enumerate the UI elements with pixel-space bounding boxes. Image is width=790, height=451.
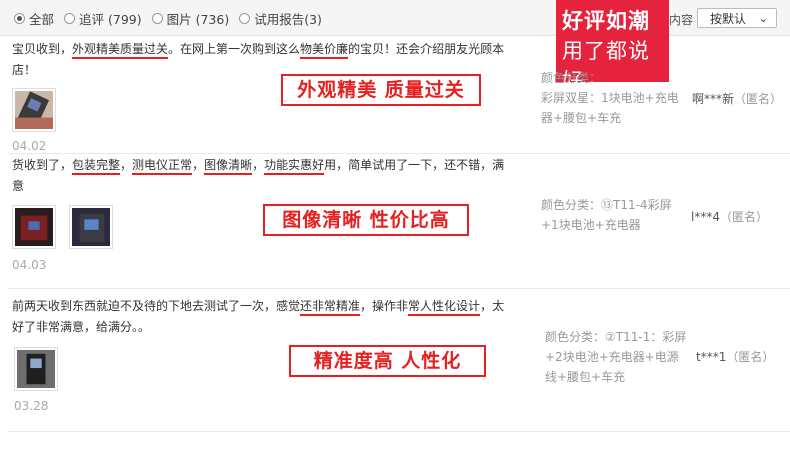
review-divider — [8, 288, 790, 289]
reviewer-username: t***1 — [696, 350, 727, 364]
photo-image — [15, 91, 53, 129]
review-item: 货收到了，包装完整，测电仪正常，图像清晰，功能实惠好用，简单试用了一下，还不错，… — [0, 155, 790, 285]
highlight-stamp: 精准度高 人性化 — [289, 345, 486, 377]
product-variant-value: 彩屏双星：1块电池+充电器+腰包+车充 — [541, 91, 679, 125]
product-variant: 颜色分类： 彩屏双星：1块电池+充电器+腰包+车充 — [541, 68, 686, 128]
product-variant-label: 颜色分类： — [541, 71, 602, 85]
filter-all-label: 全部 — [29, 12, 55, 27]
reviewer-username: 啊***新 — [692, 92, 735, 106]
review-photo-thumbnail[interactable] — [12, 88, 56, 132]
filter-trial-report[interactable]: 试用报告(3) — [239, 9, 322, 28]
review-filter-bar: 全部 追评 (799) 图片 (736) 试用报告(3) 内容 按默认 ⌄ — [0, 0, 790, 36]
reviewer-name: l***4（匿名） — [691, 208, 768, 225]
sort-dropdown[interactable]: 按默认 ⌄ — [697, 8, 777, 28]
content-filter-label[interactable]: 内容 — [669, 11, 693, 28]
product-variant: 颜色分类：⑬T11-4彩屏+1块电池+充电器 — [541, 198, 672, 232]
review-date: 04.03 — [12, 258, 47, 272]
reviewer-name: t***1（匿名） — [696, 348, 774, 365]
filter-radio-group: 全部 追评 (799) 图片 (736) 试用报告(3) — [14, 9, 322, 28]
review-text: 前两天收到东西就迫不及待的下地去测试了一次，感觉还非常精准，操作非常人性化设计，… — [12, 299, 505, 334]
filter-all[interactable]: 全部 — [14, 9, 54, 28]
anonymous-tag: （匿名） — [726, 350, 775, 364]
filter-follow-up[interactable]: 追评 (799) — [64, 9, 142, 28]
anonymous-tag: （匿名） — [734, 92, 783, 106]
reviewer-name: 啊***新（匿名） — [692, 90, 782, 107]
review-date: 03.28 — [14, 399, 49, 413]
sort-dropdown-value: 按默认 — [710, 11, 747, 26]
filter-pictures[interactable]: 图片 (736) — [151, 9, 230, 28]
photo-image — [17, 350, 55, 388]
radio-icon[interactable] — [151, 13, 163, 24]
review-photo-thumbnail[interactable] — [69, 205, 113, 249]
filter-pictures-label: 图片 (736) — [166, 12, 230, 27]
reviewer-username: l***4 — [691, 210, 720, 224]
photo-image — [15, 208, 53, 246]
filter-trial-report-label: 试用报告(3) — [254, 12, 322, 27]
anonymous-tag: （匿名） — [719, 210, 768, 224]
radio-selected-icon[interactable] — [14, 13, 25, 24]
review-text: 货收到了，包装完整，测电仪正常，图像清晰，功能实惠好用，简单试用了一下，还不错，… — [12, 158, 505, 193]
review-date: 04.02 — [12, 139, 47, 153]
filter-follow-up-label: 追评 (799) — [79, 12, 142, 27]
highlight-stamp: 图像清晰 性价比高 — [263, 204, 469, 236]
product-variant: 颜色分类：②T11-1：彩屏+2块电池+充电器+电源线+腰包+车充 — [545, 330, 687, 384]
promo-line-1: 好评如潮 — [562, 9, 650, 33]
review-photo-thumbnail[interactable] — [12, 205, 56, 249]
review-divider — [8, 431, 790, 432]
review-item: 宝贝收到，外观精美质量过关。在网上第一次购到这么物美价廉的宝贝！还会介绍朋友光顾… — [0, 36, 790, 156]
photo-image — [72, 208, 110, 246]
chevron-down-icon: ⌄ — [758, 11, 768, 25]
review-photo-thumbnail[interactable] — [14, 347, 58, 391]
review-item: 前两天收到东西就迫不及待的下地去测试了一次，感觉还非常精准，操作非常人性化设计，… — [0, 296, 790, 436]
radio-icon[interactable] — [64, 13, 76, 24]
radio-icon[interactable] — [239, 13, 251, 24]
review-divider — [8, 153, 790, 154]
highlight-stamp: 外观精美 质量过关 — [281, 74, 481, 106]
